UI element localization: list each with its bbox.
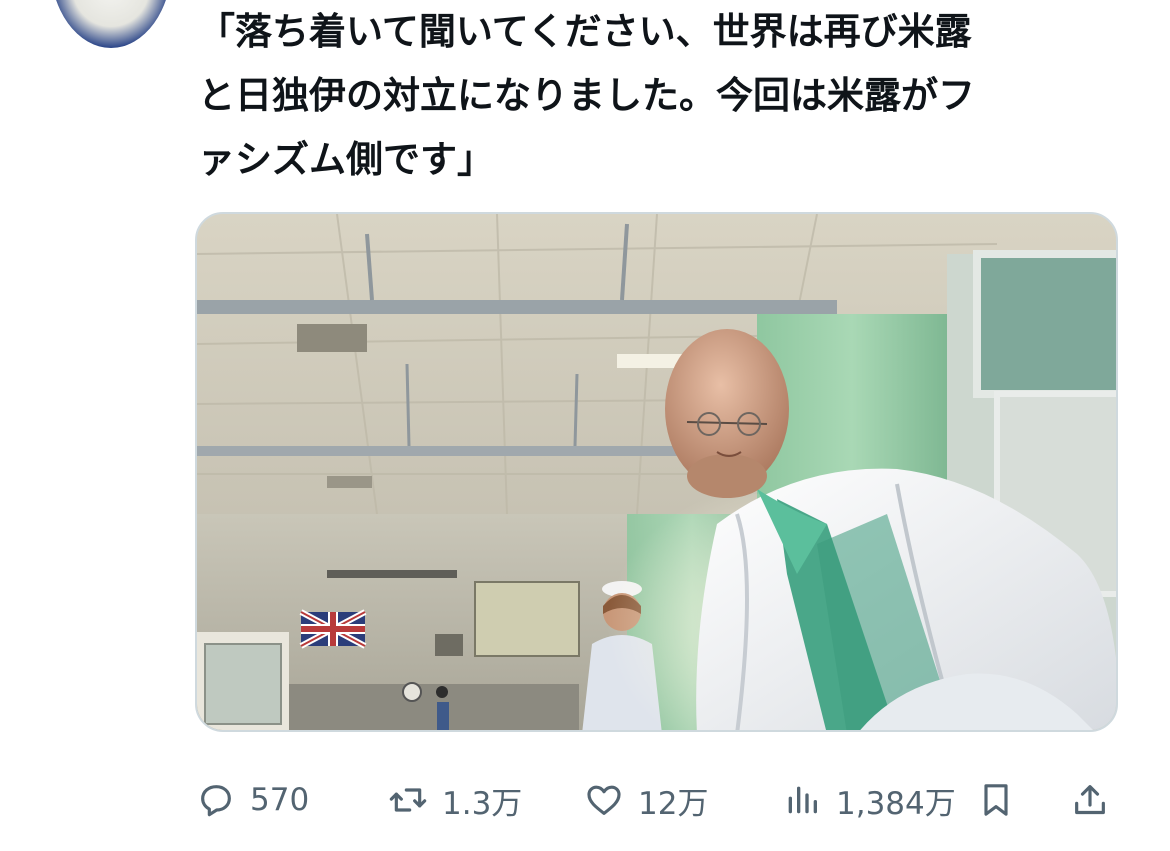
reply-button[interactable]: 570	[196, 770, 309, 830]
like-button[interactable]: 12万	[584, 770, 708, 830]
tweet-action-bar: 570 1.3万 12万 1,384万	[0, 770, 1170, 830]
tweet-media-image[interactable]	[195, 212, 1118, 732]
bookmark-icon	[984, 784, 1008, 816]
reply-count: 570	[250, 782, 310, 818]
like-count: 12万	[638, 785, 709, 822]
hospital-scene-image	[197, 214, 1116, 730]
views-icon	[788, 786, 817, 814]
avatar[interactable]	[50, 0, 172, 48]
views-button[interactable]: 1,384万	[782, 770, 956, 830]
share-icon	[1075, 785, 1105, 815]
heart-icon	[587, 785, 621, 815]
tweet-detail: 「落ち着いて聞いてください、世界は再び米露 と日独伊の対立になりました。今回は米…	[0, 0, 1170, 851]
reply-icon	[201, 785, 231, 817]
retweet-icon	[389, 788, 427, 812]
view-count: 1,384万	[836, 785, 956, 822]
retweet-button[interactable]: 1.3万	[388, 770, 522, 830]
share-button[interactable]	[1070, 770, 1110, 830]
retweet-count: 1.3万	[442, 785, 523, 822]
bookmark-button[interactable]	[976, 770, 1016, 830]
tweet-text: 「落ち着いて聞いてください、世界は再び米露 と日独伊の対立になりました。今回は米…	[198, 10, 975, 181]
